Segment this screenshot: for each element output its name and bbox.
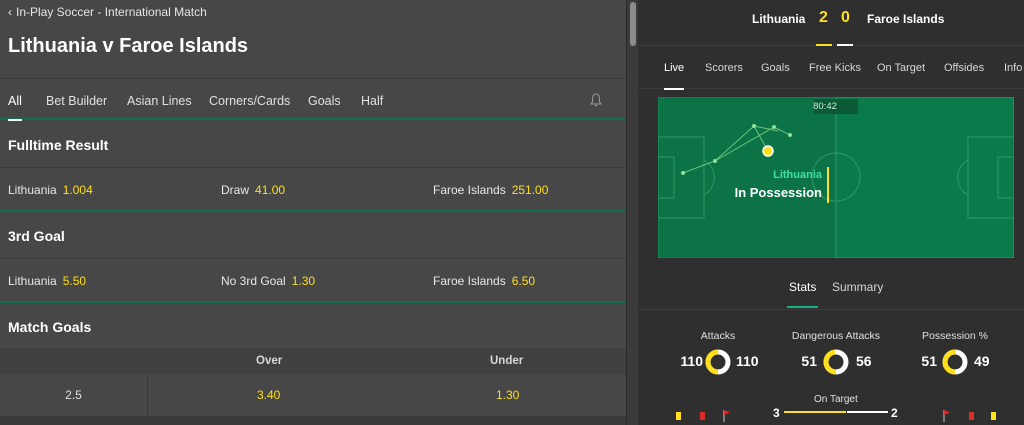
selection-away[interactable]: Faroe Islands 251.00 [433, 183, 548, 197]
selection-odds: 1.30 [291, 274, 316, 288]
selection-name: Faroe Islands [433, 274, 506, 288]
tab-stats[interactable]: Stats [786, 280, 819, 308]
corner-flag-icon [943, 410, 950, 422]
selection-odds: 41.00 [255, 183, 286, 197]
tab-live[interactable]: Live [664, 62, 685, 90]
selection-name: Lithuania [8, 274, 57, 288]
tab-all[interactable]: All [8, 94, 22, 121]
tab-info[interactable]: Info [1004, 62, 1022, 74]
stat-donut [823, 349, 849, 375]
red-card-icon [969, 412, 974, 420]
bell-icon[interactable] [590, 93, 602, 107]
tab-goals[interactable]: Goals [308, 94, 341, 108]
possession-team: Lithuania [773, 169, 822, 181]
stat-home-value: 51 [801, 353, 817, 369]
selection-name: No 3rd Goal [221, 274, 286, 288]
under-odds[interactable]: 1.30 [496, 388, 519, 402]
market-header-match-goals[interactable]: Match Goals [0, 304, 626, 348]
tab-on-target[interactable]: On Target [877, 62, 925, 74]
live-tabs: Live Scorers Goals Free Kicks On Target … [638, 47, 1024, 90]
breadcrumb-text: In-Play Soccer - International Match [16, 5, 207, 19]
column-under: Under [490, 355, 524, 367]
tab-scorers[interactable]: Scorers [705, 62, 743, 74]
market-header-third-goal[interactable]: 3rd Goal [0, 213, 626, 259]
stat-possession: Possession % 51 49 [900, 330, 1010, 375]
column-over: Over [256, 355, 283, 367]
goal-line: 2.5 [0, 374, 148, 416]
stat-label: Possession % [922, 330, 988, 342]
selection-none[interactable]: No 3rd Goal 1.30 [221, 274, 315, 288]
breadcrumb[interactable]: ‹ In-Play Soccer - International Match [8, 5, 207, 19]
stat-donut [705, 349, 731, 375]
match-goals-row: 2.5 3.40 1.30 [0, 374, 626, 416]
pitch-visualisation: 80:42 Lithuania In Possession [657, 96, 1015, 259]
tab-bet-builder[interactable]: Bet Builder [46, 94, 107, 108]
pitch-svg [657, 96, 1015, 259]
scoreboard: Lithuania 2 0 Faroe Islands [638, 0, 1024, 46]
away-score: 0 [841, 9, 850, 26]
stat-dangerous-attacks: Dangerous Attacks 51 56 [781, 330, 891, 375]
match-goals-columns: Over Under [0, 348, 626, 374]
on-target-label: On Target [814, 394, 858, 405]
market-title: Match Goals [8, 319, 92, 335]
home-score: 2 [819, 9, 828, 26]
selection-odds: 251.00 [511, 183, 549, 197]
on-target-away: 2 [891, 406, 898, 420]
selection-odds: 6.50 [511, 274, 536, 288]
selection-row-third-goal: Lithuania 5.50 No 3rd Goal 1.30 Faroe Isla… [0, 259, 626, 303]
tab-offsides[interactable]: Offsides [944, 62, 984, 74]
tab-asian-lines[interactable]: Asian Lines [127, 94, 192, 108]
stat-home-value: 110 [680, 353, 703, 369]
betting-panel: ‹ In-Play Soccer - International Match Li… [0, 0, 626, 425]
page-title: Lithuania v Faroe Islands [8, 35, 249, 57]
selection-home[interactable]: Lithuania 5.50 [8, 274, 86, 288]
chevron-left-icon: ‹ [8, 5, 12, 19]
selection-odds: 1.004 [62, 183, 93, 197]
stat-label: Attacks [700, 330, 736, 342]
home-team: Lithuania [752, 12, 806, 26]
stat-away-value: 49 [974, 353, 990, 369]
selection-name: Faroe Islands [433, 183, 506, 197]
tab-goals-live[interactable]: Goals [761, 62, 790, 74]
market-tabs: All Bet Builder Asian Lines Corners/Card… [0, 78, 626, 121]
stat-away-value: 56 [856, 353, 872, 369]
selection-away[interactable]: Faroe Islands 6.50 [433, 274, 535, 288]
yellow-card-icon [676, 412, 681, 420]
home-score-underline [816, 44, 832, 46]
away-team: Faroe Islands [867, 12, 945, 26]
tab-free-kicks[interactable]: Free Kicks [809, 62, 861, 74]
stat-label: Dangerous Attacks [791, 330, 881, 342]
away-score-underline [837, 44, 853, 46]
selection-name: Lithuania [8, 183, 57, 197]
selection-name: Draw [221, 183, 250, 197]
red-card-icon [700, 412, 705, 420]
market-title: Fulltime Result [8, 137, 109, 153]
next-row-partial [0, 416, 626, 425]
over-odds[interactable]: 3.40 [257, 388, 280, 402]
scrollbar-thumb[interactable] [630, 2, 636, 46]
yellow-card-icon [991, 412, 996, 420]
stat-attacks: Attacks 110 110 [663, 330, 773, 375]
on-target-bar-away [847, 411, 888, 413]
possession-status: In Possession [734, 185, 822, 200]
stat-donut [942, 349, 968, 375]
stats-tabs: Stats Summary [638, 270, 1024, 310]
stat-home-value: 51 [921, 353, 937, 369]
selection-home[interactable]: Lithuania 1.004 [8, 183, 93, 197]
on-target-home: 3 [773, 406, 780, 420]
selection-draw[interactable]: Draw 41.00 [221, 183, 285, 197]
scrollbar[interactable] [626, 0, 638, 425]
tab-corners-cards[interactable]: Corners/Cards [209, 94, 290, 108]
tab-half[interactable]: Half [361, 94, 383, 108]
match-clock: 80:42 [813, 101, 837, 112]
on-target-bar-home [784, 411, 846, 413]
tab-summary[interactable]: Summary [832, 280, 883, 294]
corner-flag-icon [723, 410, 730, 422]
match-tracker-panel: Lithuania 2 0 Faroe Islands Live Scorers… [638, 0, 1024, 425]
market-title: 3rd Goal [8, 228, 65, 244]
selection-row-fulltime: Lithuania 1.004 Draw 41.00 Faroe Islands 25… [0, 168, 626, 212]
stat-away-value: 110 [736, 353, 759, 369]
market-header-fulltime[interactable]: Fulltime Result [0, 122, 626, 168]
selection-odds: 5.50 [62, 274, 87, 288]
